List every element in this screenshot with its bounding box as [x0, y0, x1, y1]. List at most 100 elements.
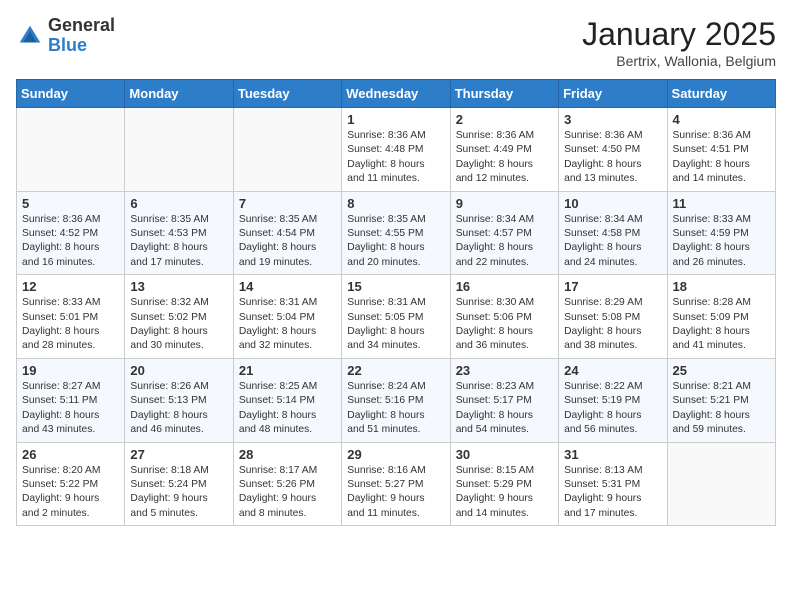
day-header-tuesday: Tuesday [233, 80, 341, 108]
calendar-cell [667, 442, 775, 526]
day-info: Sunrise: 8:36 AM Sunset: 4:48 PM Dayligh… [347, 129, 444, 187]
day-number: 6 [130, 196, 227, 211]
calendar-cell: 19 Sunrise: 8:27 AM Sunset: 5:11 PM Dayli… [17, 358, 125, 442]
day-header-sunday: Sunday [17, 80, 125, 108]
day-info: Sunrise: 8:18 AM Sunset: 5:24 PM Dayligh… [130, 464, 227, 522]
logo-icon [16, 22, 44, 50]
day-number: 22 [347, 363, 444, 378]
day-header-thursday: Thursday [450, 80, 558, 108]
day-number: 10 [564, 196, 661, 211]
month-title: January 2025 [582, 16, 776, 53]
day-info: Sunrise: 8:24 AM Sunset: 5:16 PM Dayligh… [347, 380, 444, 438]
calendar-cell: 6 Sunrise: 8:35 AM Sunset: 4:53 PM Daylig… [125, 191, 233, 275]
calendar-cell: 3 Sunrise: 8:36 AM Sunset: 4:50 PM Daylig… [559, 108, 667, 192]
day-info: Sunrise: 8:31 AM Sunset: 5:04 PM Dayligh… [239, 296, 336, 354]
calendar-cell: 20Sunrise: 8:26 AM Sunset: 5:13 PM Dayli… [125, 358, 233, 442]
day-number: 5 [22, 196, 119, 211]
calendar-week-row: 5 Sunrise: 8:36 AM Sunset: 4:52 PM Daylig… [17, 191, 776, 275]
day-header-monday: Monday [125, 80, 233, 108]
calendar-cell: 8 Sunrise: 8:35 AM Sunset: 4:55 PM Daylig… [342, 191, 450, 275]
day-info: Sunrise: 8:16 AM Sunset: 5:27 PM Dayligh… [347, 464, 444, 522]
logo: General Blue [16, 16, 115, 56]
calendar-cell: 25 Sunrise: 8:21 AM Sunset: 5:21 PM Dayli… [667, 358, 775, 442]
calendar-cell: 16 Sunrise: 8:30 AM Sunset: 5:06 PM Dayli… [450, 275, 558, 359]
day-info: Sunrise: 8:36 AM Sunset: 4:50 PM Dayligh… [564, 129, 661, 187]
day-info: Sunrise: 8:34 AM Sunset: 4:58 PM Dayligh… [564, 213, 661, 271]
day-info: Sunrise: 8:35 AM Sunset: 4:53 PM Dayligh… [130, 213, 227, 271]
calendar-cell: 5 Sunrise: 8:36 AM Sunset: 4:52 PM Daylig… [17, 191, 125, 275]
calendar-cell: 28Sunrise: 8:17 AM Sunset: 5:26 PM Dayli… [233, 442, 341, 526]
page-header: General Blue January 2025 Bertrix, Wallo… [16, 16, 776, 69]
day-info: Sunrise: 8:20 AM Sunset: 5:22 PM Dayligh… [22, 464, 119, 522]
title-block: January 2025 Bertrix, Wallonia, Belgium [582, 16, 776, 69]
day-number: 19 [22, 363, 119, 378]
day-number: 13 [130, 279, 227, 294]
calendar-cell: 1 Sunrise: 8:36 AM Sunset: 4:48 PM Daylig… [342, 108, 450, 192]
day-info: Sunrise: 8:32 AM Sunset: 5:02 PM Dayligh… [130, 296, 227, 354]
calendar-cell: 22 Sunrise: 8:24 AM Sunset: 5:16 PM Dayli… [342, 358, 450, 442]
calendar-cell: 2Sunrise: 8:36 AM Sunset: 4:49 PM Daylig… [450, 108, 558, 192]
calendar-week-row: 19 Sunrise: 8:27 AM Sunset: 5:11 PM Dayli… [17, 358, 776, 442]
day-info: Sunrise: 8:36 AM Sunset: 4:49 PM Dayligh… [456, 129, 553, 187]
calendar-cell: 18 Sunrise: 8:28 AM Sunset: 5:09 PM Dayli… [667, 275, 775, 359]
day-info: Sunrise: 8:35 AM Sunset: 4:55 PM Dayligh… [347, 213, 444, 271]
day-number: 23 [456, 363, 553, 378]
day-number: 7 [239, 196, 336, 211]
calendar-cell: 27Sunrise: 8:18 AM Sunset: 5:24 PM Dayli… [125, 442, 233, 526]
location-text: Bertrix, Wallonia, Belgium [582, 53, 776, 69]
day-number: 21 [239, 363, 336, 378]
day-info: Sunrise: 8:15 AM Sunset: 5:29 PM Dayligh… [456, 464, 553, 522]
day-number: 14 [239, 279, 336, 294]
day-number: 4 [673, 112, 770, 127]
day-info: Sunrise: 8:23 AM Sunset: 5:17 PM Dayligh… [456, 380, 553, 438]
calendar-cell: 17Sunrise: 8:29 AM Sunset: 5:08 PM Dayli… [559, 275, 667, 359]
calendar-cell: 15Sunrise: 8:31 AM Sunset: 5:05 PM Dayli… [342, 275, 450, 359]
day-info: Sunrise: 8:33 AM Sunset: 4:59 PM Dayligh… [673, 213, 770, 271]
calendar-cell [233, 108, 341, 192]
day-number: 16 [456, 279, 553, 294]
logo-general-text: General [48, 16, 115, 36]
calendar-cell: 29 Sunrise: 8:16 AM Sunset: 5:27 PM Dayli… [342, 442, 450, 526]
calendar-cell: 11 Sunrise: 8:33 AM Sunset: 4:59 PM Dayli… [667, 191, 775, 275]
day-number: 30 [456, 447, 553, 462]
day-info: Sunrise: 8:31 AM Sunset: 5:05 PM Dayligh… [347, 296, 444, 354]
day-info: Sunrise: 8:33 AM Sunset: 5:01 PM Dayligh… [22, 296, 119, 354]
calendar-cell: 14 Sunrise: 8:31 AM Sunset: 5:04 PM Dayli… [233, 275, 341, 359]
logo-text: General Blue [48, 16, 115, 56]
calendar-cell: 9Sunrise: 8:34 AM Sunset: 4:57 PM Daylig… [450, 191, 558, 275]
day-info: Sunrise: 8:36 AM Sunset: 4:52 PM Dayligh… [22, 213, 119, 271]
day-info: Sunrise: 8:22 AM Sunset: 5:19 PM Dayligh… [564, 380, 661, 438]
day-info: Sunrise: 8:27 AM Sunset: 5:11 PM Dayligh… [22, 380, 119, 438]
day-info: Sunrise: 8:36 AM Sunset: 4:51 PM Dayligh… [673, 129, 770, 187]
day-number: 26 [22, 447, 119, 462]
calendar-table: SundayMondayTuesdayWednesdayThursdayFrid… [16, 79, 776, 526]
calendar-week-row: 12Sunrise: 8:33 AM Sunset: 5:01 PM Dayli… [17, 275, 776, 359]
day-number: 24 [564, 363, 661, 378]
day-number: 29 [347, 447, 444, 462]
calendar-cell: 24 Sunrise: 8:22 AM Sunset: 5:19 PM Dayli… [559, 358, 667, 442]
day-number: 3 [564, 112, 661, 127]
day-number: 18 [673, 279, 770, 294]
logo-blue-text: Blue [48, 36, 115, 56]
day-number: 25 [673, 363, 770, 378]
day-number: 31 [564, 447, 661, 462]
day-info: Sunrise: 8:34 AM Sunset: 4:57 PM Dayligh… [456, 213, 553, 271]
calendar-cell [17, 108, 125, 192]
day-header-wednesday: Wednesday [342, 80, 450, 108]
day-info: Sunrise: 8:21 AM Sunset: 5:21 PM Dayligh… [673, 380, 770, 438]
day-info: Sunrise: 8:28 AM Sunset: 5:09 PM Dayligh… [673, 296, 770, 354]
day-info: Sunrise: 8:25 AM Sunset: 5:14 PM Dayligh… [239, 380, 336, 438]
day-number: 8 [347, 196, 444, 211]
calendar-cell [125, 108, 233, 192]
calendar-cell: 31Sunrise: 8:13 AM Sunset: 5:31 PM Dayli… [559, 442, 667, 526]
calendar-cell: 26 Sunrise: 8:20 AM Sunset: 5:22 PM Dayli… [17, 442, 125, 526]
day-number: 1 [347, 112, 444, 127]
calendar-week-row: 1 Sunrise: 8:36 AM Sunset: 4:48 PM Daylig… [17, 108, 776, 192]
calendar-cell: 7 Sunrise: 8:35 AM Sunset: 4:54 PM Daylig… [233, 191, 341, 275]
day-info: Sunrise: 8:30 AM Sunset: 5:06 PM Dayligh… [456, 296, 553, 354]
calendar-week-row: 26 Sunrise: 8:20 AM Sunset: 5:22 PM Dayli… [17, 442, 776, 526]
day-info: Sunrise: 8:35 AM Sunset: 4:54 PM Dayligh… [239, 213, 336, 271]
calendar-cell: 12Sunrise: 8:33 AM Sunset: 5:01 PM Dayli… [17, 275, 125, 359]
day-number: 11 [673, 196, 770, 211]
day-number: 28 [239, 447, 336, 462]
